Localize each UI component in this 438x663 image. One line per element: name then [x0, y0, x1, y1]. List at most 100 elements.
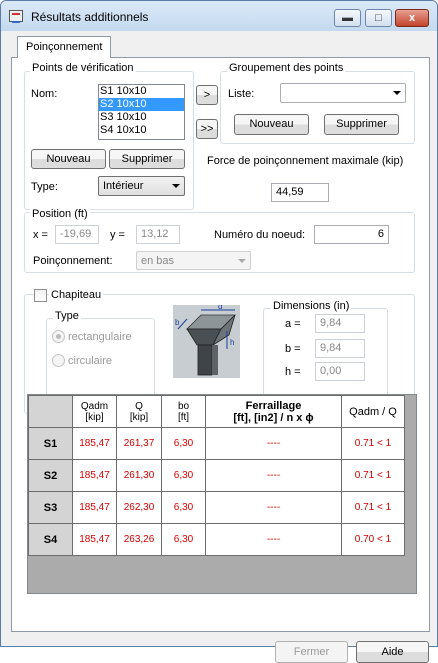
- poinconnement-select[interactable]: en bas: [136, 251, 251, 270]
- row-header[interactable]: S1: [28, 427, 73, 460]
- col-header-ferraillage[interactable]: Ferraillage [ft], [in2] / n x ϕ: [205, 395, 342, 428]
- groupement-nouveau-button[interactable]: Nouveau: [234, 114, 309, 135]
- cell-q[interactable]: 261,30: [116, 459, 162, 492]
- table-row[interactable]: S1 185,47 261,37 6,30 ---- 0.71 < 1: [28, 427, 405, 460]
- points-legend: Points de vérification: [30, 62, 136, 74]
- table-corner: [28, 395, 73, 428]
- close-button[interactable]: x: [395, 9, 429, 27]
- row-header[interactable]: S3: [28, 491, 73, 524]
- table-row[interactable]: S2 185,47 261,30 6,30 ---- 0.71 < 1: [28, 459, 405, 492]
- chapiteau-checkbox[interactable]: [34, 289, 47, 302]
- cell-ratio[interactable]: 0.70 < 1: [341, 523, 405, 556]
- y-field[interactable]: 13,12: [136, 225, 180, 244]
- liste-label: Liste:: [228, 88, 255, 100]
- cell-bo[interactable]: 6,30: [161, 523, 206, 556]
- table-row[interactable]: S3 185,47 262,30 6,30 ---- 0.71 < 1: [28, 491, 405, 524]
- app-icon: [9, 10, 23, 23]
- title-bar[interactable]: Résultats additionnels ▬ □ x: [1, 1, 437, 31]
- col-header-qadm[interactable]: Qadm [kip]: [72, 395, 117, 428]
- list-item[interactable]: S2 10x10: [99, 98, 184, 111]
- cell-ratio[interactable]: 0.71 < 1: [341, 427, 405, 460]
- noeud-field[interactable]: 6: [314, 225, 389, 244]
- a-field[interactable]: 9,84: [315, 314, 365, 333]
- column-capital-icon: d b h: [175, 302, 236, 376]
- rectangulaire-label: rectangulaire: [68, 331, 132, 343]
- b-field[interactable]: 9,84: [315, 339, 365, 358]
- cell-qadm[interactable]: 185,47: [72, 427, 117, 460]
- aide-button[interactable]: Aide: [356, 641, 429, 663]
- position-legend: Position (ft): [30, 208, 90, 220]
- points-supprimer-button[interactable]: Supprimer: [109, 149, 185, 169]
- diagram-d-label: d: [218, 305, 222, 311]
- col-header-ratio[interactable]: Qadm / Q: [341, 395, 405, 428]
- chevron-down-icon: [172, 184, 180, 188]
- cell-ratio[interactable]: 0.71 < 1: [341, 491, 405, 524]
- rectangulaire-radio[interactable]: [52, 330, 65, 343]
- type-label: Type:: [31, 181, 58, 193]
- tab-panel: Points de vérification Nom: S1 10x10 S2 1…: [11, 57, 430, 663]
- poinconnement-label: Poinçonnement:: [33, 255, 113, 267]
- force-field[interactable]: 44,59: [271, 183, 329, 202]
- fermer-button[interactable]: Fermer: [275, 641, 348, 663]
- list-item[interactable]: S4 10x10: [99, 124, 184, 137]
- cell-ratio[interactable]: 0.71 < 1: [341, 459, 405, 492]
- add-to-group-button[interactable]: >: [196, 85, 218, 105]
- circulaire-label: circulaire: [68, 355, 113, 367]
- cell-ferraillage[interactable]: ----: [205, 491, 342, 524]
- x-label: x =: [33, 229, 48, 241]
- col-header-ferraillage-unit: [ft], [in2] / n x ϕ: [233, 411, 314, 424]
- maximize-button[interactable]: □: [365, 9, 392, 27]
- cell-bo[interactable]: 6,30: [161, 491, 206, 524]
- circulaire-radio[interactable]: [52, 354, 65, 367]
- results-window: Résultats additionnels ▬ □ x Poinçonneme…: [0, 0, 438, 663]
- cell-qadm[interactable]: 185,47: [72, 491, 117, 524]
- points-listbox[interactable]: S1 10x10 S2 10x10 S3 10x10 S4 10x10: [98, 84, 185, 140]
- points-nouveau-button[interactable]: Nouveau: [31, 149, 106, 169]
- groupement-supprimer-button[interactable]: Supprimer: [324, 114, 399, 135]
- x-field[interactable]: -19,69: [55, 225, 99, 244]
- minimize-button[interactable]: ▬: [334, 9, 361, 27]
- chevron-down-icon: [238, 259, 246, 263]
- table-row[interactable]: S4 185,47 263,26 6,30 ---- 0.70 < 1: [28, 523, 405, 556]
- col-header-q[interactable]: Q [kip]: [116, 395, 162, 428]
- window-title: Résultats additionnels: [31, 10, 149, 24]
- diagram-h-label: h: [230, 338, 234, 347]
- cell-bo[interactable]: 6,30: [161, 427, 206, 460]
- list-item[interactable]: S3 10x10: [99, 111, 184, 124]
- col-header-ratio-name: Qadm / Q: [349, 405, 397, 418]
- col-header-q-name: Q: [135, 400, 143, 412]
- cell-qadm[interactable]: 185,47: [72, 459, 117, 492]
- cell-qadm[interactable]: 185,47: [72, 523, 117, 556]
- liste-select[interactable]: [280, 83, 406, 103]
- cell-ferraillage[interactable]: ----: [205, 459, 342, 492]
- results-grid: Qadm [kip] Q [kip] bo [ft] Ferraillage [ft],…: [28, 395, 405, 556]
- cell-ferraillage[interactable]: ----: [205, 427, 342, 460]
- force-label: Force de poinçonnement maximale (kip): [207, 155, 404, 167]
- list-item[interactable]: S1 10x10: [99, 85, 184, 98]
- cell-q[interactable]: 263,26: [116, 523, 162, 556]
- chevron-down-icon: [393, 91, 401, 95]
- col-header-bo-name: bo: [177, 400, 190, 412]
- row-header[interactable]: S4: [28, 523, 73, 556]
- row-header[interactable]: S2: [28, 459, 73, 492]
- column-capital-diagram: d b h: [173, 302, 240, 378]
- col-header-qadm-name: Qadm: [80, 400, 109, 412]
- cell-q[interactable]: 261,37: [116, 427, 162, 460]
- tab-poinconnement[interactable]: Poinçonnement: [17, 36, 111, 58]
- dimensions-legend: Dimensions (in): [271, 300, 352, 312]
- col-header-bo[interactable]: bo [ft]: [161, 395, 206, 428]
- add-all-to-group-button[interactable]: >>: [196, 119, 218, 139]
- cell-bo[interactable]: 6,30: [161, 459, 206, 492]
- dialog-content: Poinçonnement Points de vérification Nom…: [7, 31, 432, 663]
- chapiteau-label: Chapiteau: [49, 289, 104, 301]
- y-label: y =: [110, 229, 125, 241]
- type-select[interactable]: Intérieur: [98, 176, 185, 196]
- b-label: b =: [285, 343, 301, 355]
- poinconnement-select-value: en bas: [141, 255, 175, 267]
- h-field[interactable]: 0,00: [315, 362, 365, 381]
- cell-ferraillage[interactable]: ----: [205, 523, 342, 556]
- type-select-value: Intérieur: [103, 180, 144, 192]
- cell-q[interactable]: 262,30: [116, 491, 162, 524]
- chapiteau-type-legend: Type: [53, 310, 81, 322]
- col-header-bo-unit: [ft]: [177, 411, 190, 423]
